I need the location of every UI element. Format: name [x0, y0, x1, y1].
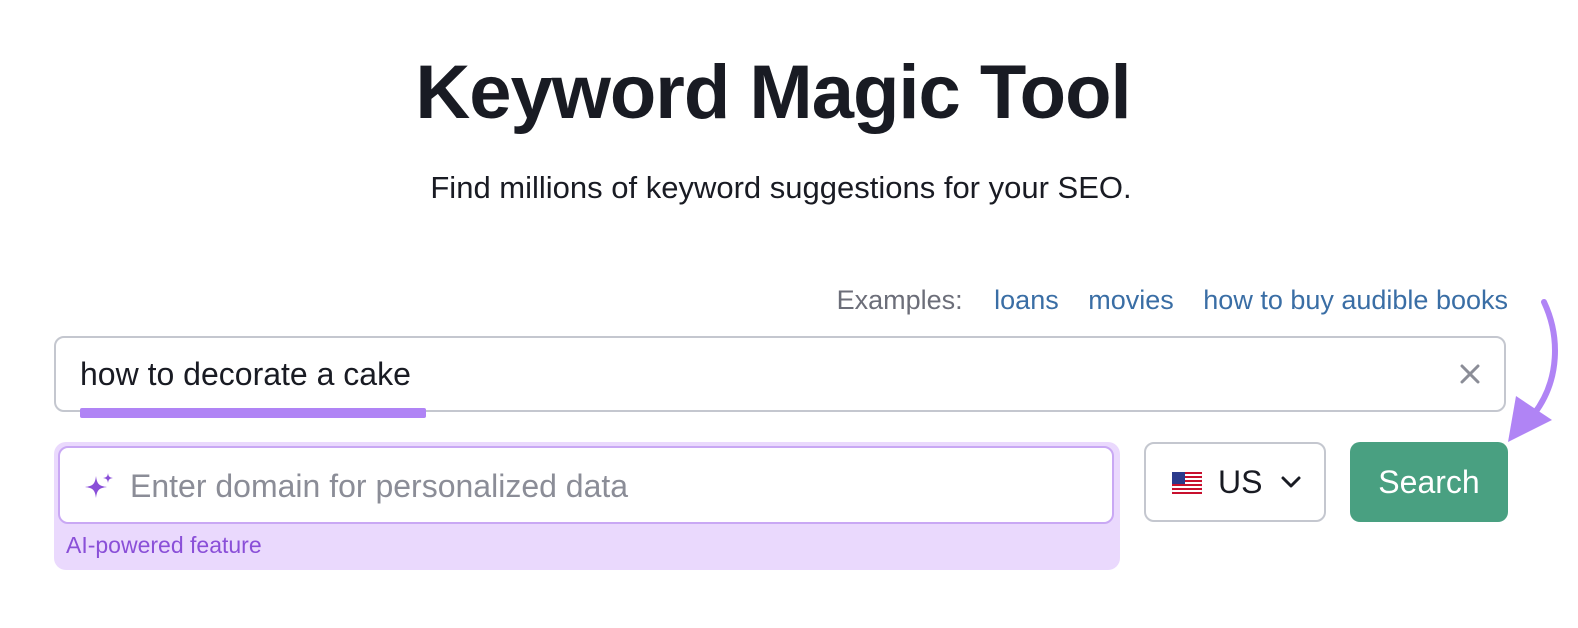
examples-row: Examples: loans movies how to buy audibl…: [837, 282, 1508, 318]
page-title: Keyword Magic Tool: [415, 50, 1131, 135]
example-link-movies[interactable]: movies: [1088, 285, 1174, 315]
country-code: US: [1218, 464, 1263, 500]
page-subtitle: Find millions of keyword suggestions for…: [430, 170, 1132, 205]
domain-search-box: [58, 446, 1114, 524]
keyword-search-box: [54, 336, 1506, 412]
keyword-highlight-underline: [80, 408, 426, 418]
search-button[interactable]: Search: [1350, 442, 1508, 522]
example-link-loans[interactable]: loans: [994, 285, 1059, 315]
curved-arrow-icon: [1494, 296, 1564, 446]
us-flag-icon: [1171, 471, 1203, 495]
chevron-down-icon: [1280, 474, 1302, 490]
keyword-magic-tool-page: Keyword Magic Tool Find millions of keyw…: [0, 0, 1578, 628]
country-select[interactable]: US: [1144, 442, 1326, 522]
keyword-search-input[interactable]: [80, 352, 1420, 396]
examples-label: Examples:: [836, 285, 963, 315]
example-link-how-to-buy-audible-books[interactable]: how to buy audible books: [1203, 285, 1508, 315]
ai-powered-note: AI-powered feature: [66, 532, 262, 558]
domain-search-input[interactable]: [130, 464, 1090, 508]
close-icon[interactable]: [1452, 356, 1488, 392]
ai-domain-panel: AI-powered feature: [54, 442, 1120, 570]
sparkle-icon: [82, 470, 116, 504]
